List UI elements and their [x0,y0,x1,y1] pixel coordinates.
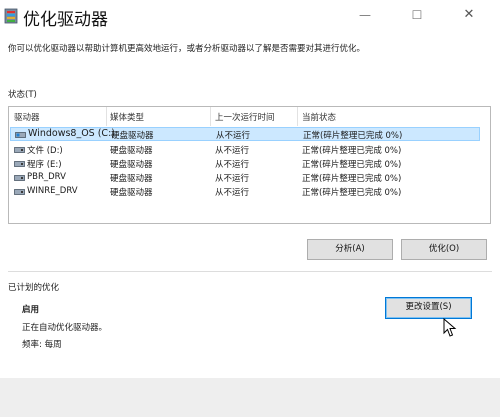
drive-name: Windows8_OS (C:) [28,128,115,139]
table-row[interactable]: 程序 (E:) 硬盘驱动器 从不运行 正常(碎片整理已完成 0%) [10,157,480,171]
media-type: 硬盘驱动器 [110,146,153,156]
column-header-drive[interactable]: 驱动器 [14,111,40,123]
last-run: 从不运行 [215,160,250,170]
hard-drive-icon [14,189,25,195]
schedule-enabled-status: 启用 [22,305,40,315]
drive-name: 程序 (E:) [27,160,62,170]
column-divider [297,107,298,126]
current-state: 正常(碎片整理已完成 0%) [302,174,402,184]
section-divider [8,271,492,272]
scheduled-optimization-label: 已计划的优化 [8,283,60,293]
maximize-button[interactable]: ☐ [404,6,430,24]
title-bar: 优化驱动器 — ☐ ✕ [0,0,500,34]
column-divider [106,107,107,126]
current-state: 正常(碎片整理已完成 0%) [302,188,402,198]
table-row[interactable]: WINRE_DRV 硬盘驱动器 从不运行 正常(碎片整理已完成 0%) [10,185,480,199]
close-button[interactable]: ✕ [456,6,482,24]
schedule-frequency: 频率: 每周 [22,340,62,350]
mouse-cursor-icon [443,318,457,337]
status-label: 状态(T) [8,90,37,100]
schedule-running-text: 正在自动优化驱动器。 [22,323,108,333]
current-state: 正常(碎片整理已完成 0%) [302,160,402,170]
last-run: 从不运行 [215,174,250,184]
minimize-button[interactable]: — [352,6,378,24]
hard-drive-icon [14,147,25,153]
table-row[interactable]: 文件 (D:) 硬盘驱动器 从不运行 正常(碎片整理已完成 0%) [10,143,480,157]
last-run: 从不运行 [215,188,250,198]
optimize-button[interactable]: 优化(O) [401,239,487,260]
column-header-last-run[interactable]: 上一次运行时间 [215,111,275,123]
media-type: 硬盘驱动器 [110,160,153,170]
drive-list[interactable]: 驱动器 媒体类型 上一次运行时间 当前状态 Windows8_OS (C:) 硬… [8,106,491,224]
column-divider [210,107,211,126]
drive-name: PBR_DRV [27,172,66,182]
table-row[interactable]: Windows8_OS (C:) 硬盘驱动器 从不运行 正常(碎片整理已完成 0… [10,127,480,141]
drive-name: WINRE_DRV [27,186,78,196]
column-header-state[interactable]: 当前状态 [302,111,336,123]
description-text: 你可以优化驱动器以帮助计算机更高效地运行，或者分析驱动器以了解是否需要对其进行优… [8,44,366,54]
last-run: 从不运行 [216,131,251,141]
change-settings-button[interactable]: 更改设置(S) [385,297,472,319]
drive-name: 文件 (D:) [27,146,63,156]
hard-drive-icon [14,175,25,181]
current-state: 正常(碎片整理已完成 0%) [303,131,403,141]
footer-bar [0,378,500,417]
windows-drive-icon [15,132,26,138]
column-header-media[interactable]: 媒体类型 [110,111,144,123]
hard-drive-icon [14,161,25,167]
media-type: 硬盘驱动器 [110,188,153,198]
last-run: 从不运行 [215,146,250,156]
media-type: 硬盘驱动器 [110,174,153,184]
current-state: 正常(碎片整理已完成 0%) [302,146,402,156]
defrag-app-icon [4,8,18,24]
window-title: 优化驱动器 [23,10,108,30]
table-row[interactable]: PBR_DRV 硬盘驱动器 从不运行 正常(碎片整理已完成 0%) [10,171,480,185]
analyze-button[interactable]: 分析(A) [307,239,393,260]
media-type: 硬盘驱动器 [111,131,154,141]
